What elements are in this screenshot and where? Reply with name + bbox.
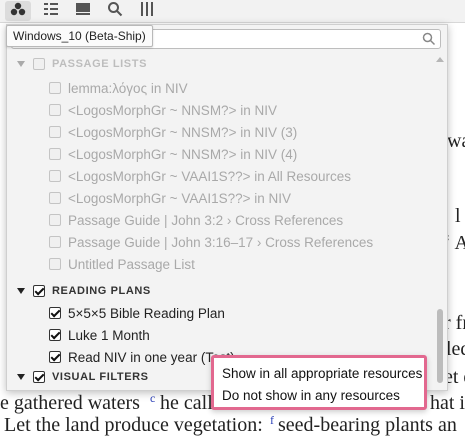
- item-checkbox[interactable]: [49, 148, 61, 160]
- item-checkbox[interactable]: [49, 329, 61, 341]
- chevron-down-icon[interactable]: [17, 374, 25, 380]
- list-item[interactable]: Read NIV in one year (Test): [49, 346, 235, 368]
- item-checkbox[interactable]: [49, 82, 61, 94]
- section-label: PASSAGE LISTS: [52, 58, 147, 70]
- resources-icon: [10, 2, 26, 21]
- item-label: lemma:λόγος in NIV: [68, 80, 188, 96]
- list-item[interactable]: <LogosMorphGr ~ VAAI1S??> in All Resourc…: [49, 165, 351, 187]
- item-label: Untitled Passage List: [68, 256, 195, 272]
- panel-icon: [75, 2, 91, 21]
- list-item[interactable]: <LogosMorphGr ~ NNSM?> in NIV: [49, 99, 277, 121]
- doc-text-fragment: seed-bearing plants an: [278, 414, 457, 436]
- search-icon: [107, 1, 123, 22]
- panel-button[interactable]: [70, 1, 96, 21]
- list-icon: [43, 2, 59, 21]
- doc-text-fragment: e gathered waters: [0, 392, 140, 414]
- item-checkbox[interactable]: [49, 214, 61, 226]
- item-checkbox[interactable]: [49, 192, 61, 204]
- search-button[interactable]: [102, 1, 128, 21]
- list-item[interactable]: lemma:λόγος in NIV: [49, 77, 188, 99]
- list-item[interactable]: Passage Guide | John 3:2 › Cross Referen…: [49, 209, 343, 231]
- menu-item-do-not-show[interactable]: Do not show in any resources: [222, 388, 400, 403]
- item-checkbox[interactable]: [49, 258, 61, 270]
- search-icon[interactable]: [422, 32, 436, 51]
- menu-item-show-all[interactable]: Show in all appropriate resources: [222, 366, 422, 381]
- scroll-thumb[interactable]: [437, 309, 443, 383]
- section-label: VISUAL FILTERS: [52, 371, 149, 383]
- filter-list: PASSAGE LISTS lemma:λόγος in NIV <LogosM…: [7, 55, 432, 390]
- item-label: 5×5×5 Bible Reading Plan: [68, 305, 225, 321]
- list-item[interactable]: Luke 1 Month: [49, 324, 150, 346]
- visual-filters-panel: PASSAGE LISTS lemma:λόγος in NIV <LogosM…: [6, 24, 448, 391]
- section-checkbox[interactable]: [33, 58, 45, 70]
- doc-text-fragment: Let the land produce vegetation:: [4, 414, 263, 436]
- doc-text-fragment: wa: [447, 130, 465, 152]
- chevron-down-icon[interactable]: [17, 288, 25, 294]
- item-checkbox[interactable]: [49, 351, 61, 363]
- item-label: Passage Guide | John 3:16–17 › Cross Ref…: [68, 234, 374, 250]
- section-reading-plans[interactable]: READING PLANS: [17, 280, 151, 302]
- doc-text-fragment: l: [455, 205, 461, 227]
- columns-button[interactable]: [134, 1, 160, 21]
- list-button[interactable]: [38, 1, 64, 21]
- section-checkbox[interactable]: [33, 285, 45, 297]
- tooltip: Windows_10 (Beta-Ship): [6, 25, 153, 47]
- item-label: <LogosMorphGr ~ VAAI1S??> in All Resourc…: [68, 168, 352, 184]
- doc-text-fragment: he call: [160, 392, 213, 414]
- scrollbar[interactable]: [436, 57, 444, 383]
- list-item[interactable]: Untitled Passage List: [49, 253, 195, 275]
- item-label: <LogosMorphGr ~ VAAI1S??> in NIV: [68, 190, 292, 206]
- item-label: Passage Guide | John 3:2 › Cross Referen…: [68, 212, 344, 228]
- list-item[interactable]: <LogosMorphGr ~ NNSM?> in NIV (3): [49, 121, 297, 143]
- item-label: <LogosMorphGr ~ NNSM?> in NIV (3): [68, 124, 298, 140]
- section-passage-lists[interactable]: PASSAGE LISTS: [17, 55, 147, 75]
- item-checkbox[interactable]: [49, 307, 61, 319]
- list-item[interactable]: Passage Guide | John 3:16–17 › Cross Ref…: [49, 231, 373, 253]
- context-menu: Show in all appropriate resources Do not…: [211, 355, 427, 410]
- item-label: <LogosMorphGr ~ NNSM?> in NIV: [68, 102, 277, 118]
- item-checkbox[interactable]: [49, 126, 61, 138]
- item-checkbox[interactable]: [49, 236, 61, 248]
- resources-button[interactable]: [5, 1, 31, 21]
- cross-reference-marker[interactable]: c: [150, 391, 155, 406]
- cross-reference-marker[interactable]: f: [270, 413, 274, 428]
- chevron-down-icon[interactable]: [17, 61, 25, 67]
- section-checkbox[interactable]: [33, 371, 45, 383]
- list-item[interactable]: <LogosMorphGr ~ NNSM?> in NIV (4): [49, 143, 297, 165]
- item-label: <LogosMorphGr ~ NNSM?> in NIV (4): [68, 146, 298, 162]
- item-label: Read NIV in one year (Test): [68, 349, 235, 365]
- list-item[interactable]: 5×5×5 Bible Reading Plan: [49, 302, 225, 324]
- item-label: Luke 1 Month: [68, 327, 150, 343]
- doc-text-fragment: hat it: [430, 392, 465, 414]
- scroll-up-arrow[interactable]: [436, 57, 444, 62]
- toolbar: [0, 0, 465, 23]
- item-checkbox[interactable]: [49, 104, 61, 116]
- columns-icon: [139, 1, 155, 22]
- item-checkbox[interactable]: [49, 170, 61, 182]
- section-label: READING PLANS: [52, 285, 151, 297]
- list-item[interactable]: <LogosMorphGr ~ VAAI1S??> in NIV: [49, 187, 291, 209]
- section-visual-filters[interactable]: VISUAL FILTERS: [17, 366, 149, 388]
- doc-text-fragment: led: [446, 338, 465, 360]
